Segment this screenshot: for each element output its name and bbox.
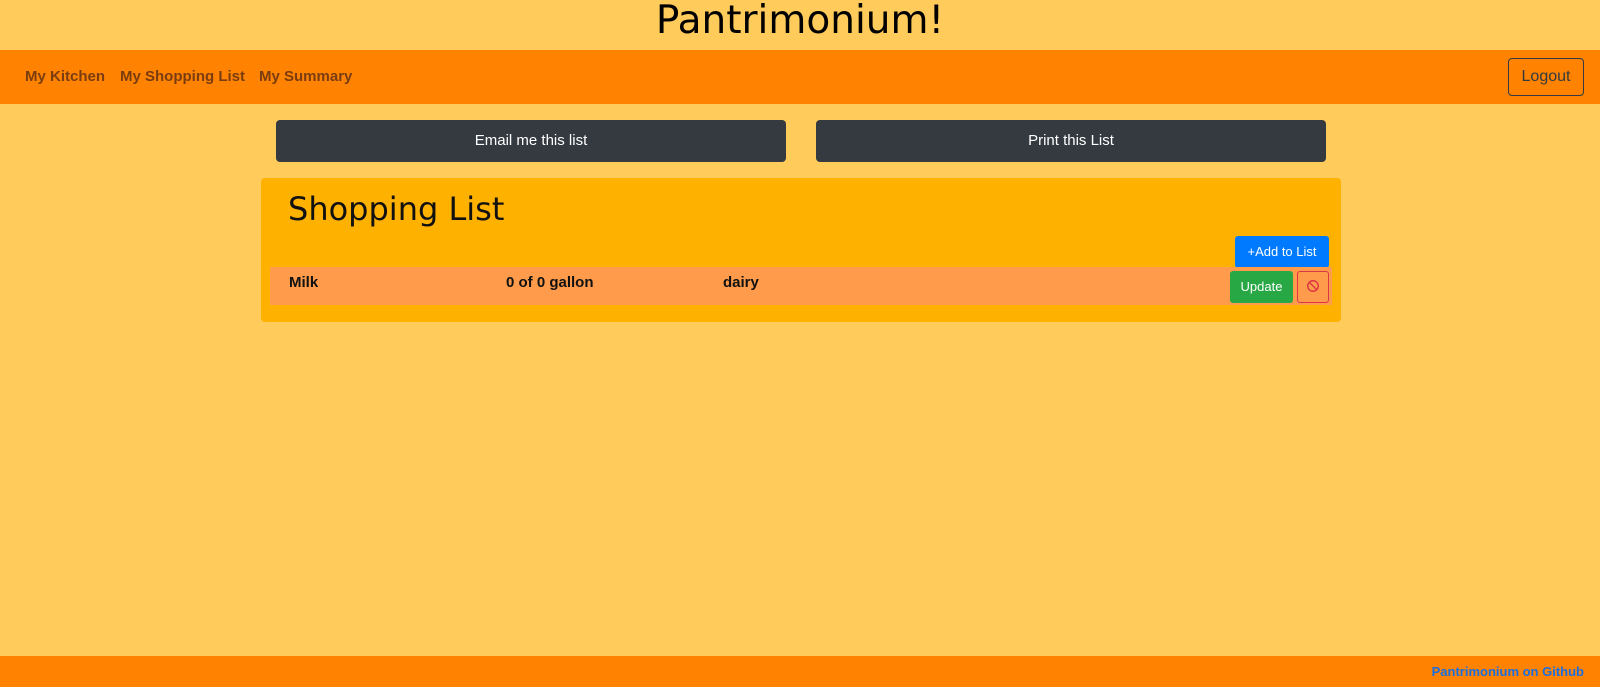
item-name: Milk (289, 274, 319, 291)
navbar: My Kitchen My Shopping List My Summary L… (0, 50, 1600, 104)
list-item: Milk 0 of 0 gallon dairy Update (270, 267, 1332, 305)
footer: Pantrimonium on Github (0, 656, 1600, 687)
nav-link-my-summary[interactable]: My Summary (259, 50, 352, 104)
print-list-button[interactable]: Print this List (816, 120, 1326, 162)
site-title: Pantrimonium! (655, 0, 945, 43)
remove-item-button[interactable] (1297, 271, 1329, 303)
email-list-button[interactable]: Email me this list (276, 120, 786, 162)
ban-icon (1306, 279, 1320, 296)
nav-link-my-kitchen[interactable]: My Kitchen (25, 50, 105, 104)
update-item-button[interactable]: Update (1230, 271, 1293, 303)
logout-button[interactable]: Logout (1508, 58, 1584, 96)
shopping-list-card: Shopping List +Add to List Milk 0 of 0 g… (261, 178, 1341, 322)
nav-link-my-shopping-list[interactable]: My Shopping List (120, 50, 245, 104)
item-category: dairy (723, 274, 759, 291)
github-link[interactable]: Pantrimonium on Github (1432, 656, 1584, 687)
shopping-list-heading: Shopping List (288, 190, 505, 228)
item-quantity: 0 of 0 gallon (506, 274, 594, 291)
add-to-list-button[interactable]: +Add to List (1235, 236, 1329, 268)
